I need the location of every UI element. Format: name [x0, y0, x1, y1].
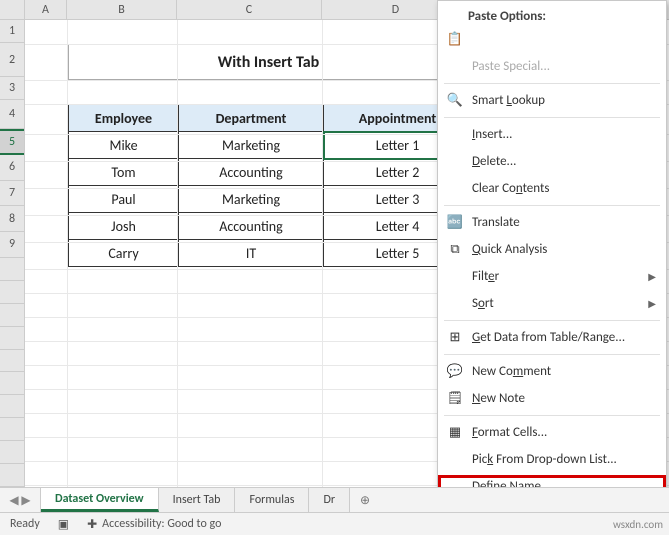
menu-item-label: Delete...	[472, 154, 516, 169]
sheet-tab[interactable]: Formulas	[235, 488, 309, 512]
menu-item-smart-lookup[interactable]: 🔍 Smart Lookup	[438, 87, 666, 114]
sheet-tab[interactable]: Dr	[309, 488, 350, 512]
menu-separator	[444, 354, 660, 355]
column-header[interactable]: A	[25, 0, 67, 19]
table-cell[interactable]: Tom	[69, 159, 179, 186]
table-cell[interactable]: Mike	[69, 132, 179, 159]
table-cell[interactable]: Carry	[69, 240, 179, 267]
▦-icon: ▦	[446, 425, 464, 440]
row-header[interactable]: 1	[0, 20, 24, 43]
menu-item-label: New Comment	[472, 364, 551, 379]
row-header[interactable]: 8	[0, 206, 24, 232]
menu-item-paste-special: Paste Special...	[438, 53, 666, 80]
sheet-tabs-scroll: Dataset OverviewInsert TabFormulasDr	[40, 488, 350, 512]
table-cell[interactable]: Paul	[69, 186, 179, 213]
row-headers-column: 123456789	[0, 20, 25, 487]
menu-paste-icon: 📋	[438, 26, 666, 53]
row-header[interactable]: 9	[0, 232, 24, 258]
menu-separator	[444, 415, 660, 416]
macro-record-icon[interactable]: ▣	[58, 517, 69, 532]
menu-item-delete[interactable]: Delete...	[438, 148, 666, 175]
column-header[interactable]: C	[177, 0, 322, 19]
accessibility-icon: ✚	[87, 517, 97, 532]
menu-item-label: Clear Contents	[472, 181, 549, 196]
sheet-tabs-bar: ◀ ▶ Dataset OverviewInsert TabFormulasDr…	[0, 487, 669, 512]
context-menu: Paste Options: 📋 Paste Special... 🔍 Smart L…	[437, 0, 667, 520]
menu-item-label: Format Cells...	[472, 425, 547, 440]
📋-icon: 📋	[446, 32, 464, 47]
row-header[interactable]: 4	[0, 100, 24, 129]
menu-item-format-cells[interactable]: ▦ Format Cells...	[438, 419, 666, 446]
table-row: CarryITLetter 5	[69, 240, 472, 267]
table-row: PaulMarketingLetter 3	[69, 186, 472, 213]
menu-item-pick-from-drop-down-list[interactable]: Pick From Drop-down List...	[438, 446, 666, 473]
table-row: TomAccountingLetter 2	[69, 159, 472, 186]
sheet-tab[interactable]: Insert Tab	[159, 488, 236, 512]
table-cell[interactable]: Marketing	[179, 186, 324, 213]
menu-separator	[444, 205, 660, 206]
🔍-icon: 🔍	[446, 93, 464, 108]
menu-item-label: Filter	[472, 269, 499, 284]
select-all-corner[interactable]	[0, 0, 25, 19]
menu-item-sort[interactable]: Sort ▶	[438, 290, 666, 317]
table-header[interactable]: Employee	[69, 105, 179, 132]
table-cell[interactable]: Accounting	[179, 159, 324, 186]
row-header[interactable]: 3	[0, 77, 24, 100]
submenu-arrow-icon: ▶	[648, 297, 656, 310]
status-mode: Ready	[10, 517, 40, 531]
menu-separator	[444, 117, 660, 118]
menu-item-label: Sort	[472, 296, 494, 311]
menu-item-clear-contents[interactable]: Clear Contents	[438, 175, 666, 202]
menu-item-get-data-from-table-range[interactable]: ⊞ Get Data from Table/Range...	[438, 324, 666, 351]
table-header[interactable]: Department	[179, 105, 324, 132]
menu-separator	[444, 320, 660, 321]
submenu-arrow-icon: ▶	[648, 270, 656, 283]
menu-item-label: Get Data from Table/Range...	[472, 330, 625, 345]
table-cell[interactable]: Marketing	[179, 132, 324, 159]
🔤-icon: 🔤	[446, 215, 464, 230]
🗒-icon: 🗒	[446, 391, 464, 406]
menu-item-label: New Note	[472, 391, 525, 406]
menu-item-label: Smart Lookup	[472, 93, 545, 108]
table-cell[interactable]: IT	[179, 240, 324, 267]
menu-separator	[444, 83, 660, 84]
menu-item-quick-analysis[interactable]: ⧉ Quick Analysis	[438, 236, 666, 263]
table-header-row: EmployeeDepartmentAppointment	[69, 105, 472, 132]
💬-icon: 💬	[446, 364, 464, 379]
menu-item-insert[interactable]: Insert...	[438, 121, 666, 148]
menu-item-label: Translate	[472, 215, 520, 230]
menu-item-new-comment[interactable]: 💬 New Comment	[438, 358, 666, 385]
menu-item-label: Pick From Drop-down List...	[472, 452, 617, 467]
row-header[interactable]: 5	[0, 129, 24, 155]
sheet-tab[interactable]: Dataset Overview	[41, 488, 159, 512]
new-sheet-button[interactable]: ⊕	[350, 488, 380, 512]
menu-item-filter[interactable]: Filter ▶	[438, 263, 666, 290]
table-cell[interactable]: Accounting	[179, 213, 324, 240]
row-header[interactable]: 7	[0, 181, 24, 207]
row-header[interactable]: 2	[0, 43, 24, 77]
status-bar: Ready ▣ ✚ Accessibility: Good to go	[0, 512, 669, 535]
table-row: MikeMarketingLetter 1	[69, 132, 472, 159]
menu-item-label: Paste Special...	[472, 59, 550, 74]
menu-item-label: Quick Analysis	[472, 242, 547, 257]
⧉-icon: ⧉	[446, 242, 464, 257]
table-row: JoshAccountingLetter 4	[69, 213, 472, 240]
column-header[interactable]: B	[67, 0, 177, 19]
⊞-icon: ⊞	[446, 330, 464, 345]
row-header[interactable]: 6	[0, 155, 24, 181]
menu-item-translate[interactable]: 🔤 Translate	[438, 209, 666, 236]
tab-nav-arrows[interactable]: ◀ ▶	[0, 488, 40, 512]
menu-item-label: Insert...	[472, 127, 512, 142]
context-menu-heading: Paste Options:	[438, 5, 666, 26]
menu-item-new-note[interactable]: 🗒 New Note	[438, 385, 666, 412]
sheet-title: With Insert Tab	[68, 44, 469, 80]
accessibility-status[interactable]: ✚ Accessibility: Good to go	[87, 517, 221, 532]
watermark: wsxdn.com	[613, 518, 663, 531]
table-cell[interactable]: Josh	[69, 213, 179, 240]
